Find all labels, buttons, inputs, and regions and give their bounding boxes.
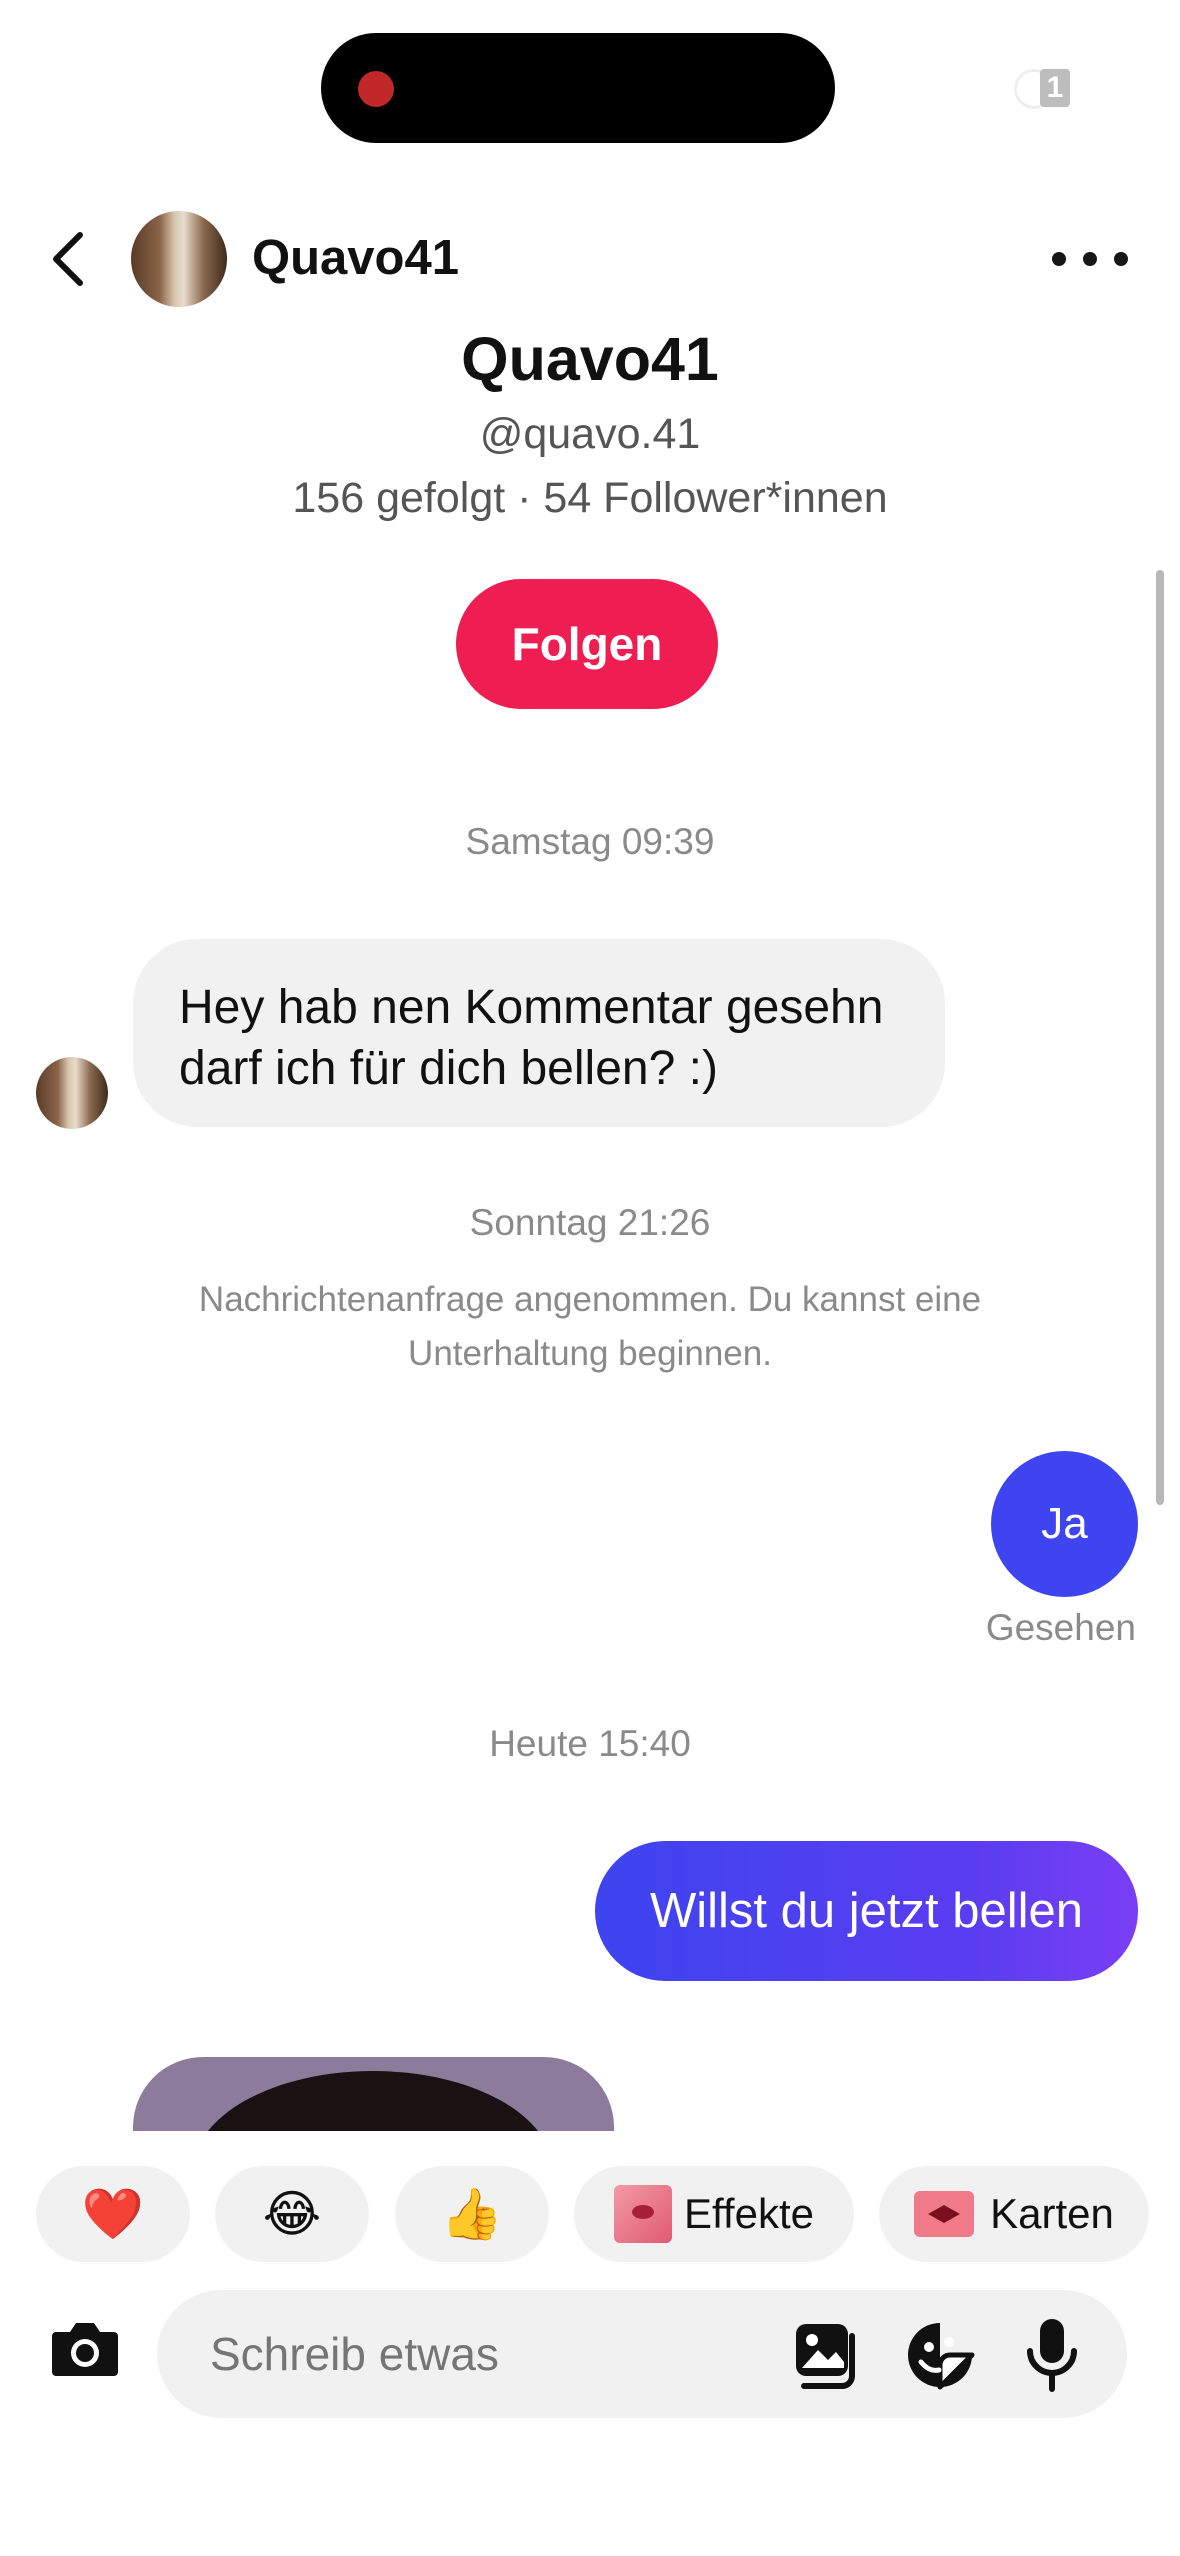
system-message-line-2: Unterhaltung beginnen.	[408, 1334, 772, 1373]
effects-thumbnail-icon	[614, 2185, 672, 2243]
sim-badge: 1	[1040, 69, 1070, 107]
microphone-button[interactable]	[1022, 2315, 1082, 2395]
seen-status: Gesehen	[985, 1607, 1136, 1648]
media-message-preview[interactable]	[133, 2057, 614, 2131]
camera-button[interactable]	[50, 2318, 120, 2380]
laughing-emoji-icon: 😂	[262, 2186, 322, 2242]
quick-reply-laugh[interactable]: 😂	[215, 2166, 369, 2262]
system-message-line-1: Nachrichtenanfrage angenommen. Du kannst…	[198, 1280, 982, 1319]
quick-reply-heart[interactable]: ❤️	[36, 2166, 190, 2262]
effects-button[interactable]: Effekte	[574, 2166, 854, 2262]
gallery-icon	[796, 2324, 855, 2389]
scrollbar[interactable]	[1156, 570, 1164, 1505]
more-button[interactable]	[1052, 236, 1128, 282]
timestamp-sunday: Sonntag 21:26	[469, 1202, 711, 1243]
microphone-icon	[1027, 2319, 1077, 2392]
follow-button[interactable]: Folgen	[456, 579, 718, 709]
timestamp-saturday: Samstag 09:39	[465, 821, 715, 862]
more-horizontal-icon	[1052, 252, 1066, 266]
gallery-button[interactable]	[792, 2320, 862, 2390]
sender-avatar[interactable]	[36, 1057, 108, 1129]
profile-stats: 156 gefolgt · 54 Follower*innen	[292, 474, 888, 522]
header-avatar[interactable]	[131, 211, 227, 307]
incoming-message-line-2: darf ich für dich bellen? :)	[179, 1042, 718, 1095]
chevron-left-icon	[53, 232, 83, 286]
cards-button[interactable]: Karten	[879, 2166, 1149, 2262]
sticker-button[interactable]	[905, 2320, 975, 2390]
system-message: Nachrichtenanfrage angenommen. Du kannst…	[150, 1273, 1030, 1381]
profile-display-name: Quavo41	[461, 325, 719, 393]
effects-label: Effekte	[684, 2190, 814, 2237]
message-input[interactable]	[210, 2322, 750, 2386]
cards-thumbnail-icon	[914, 2191, 975, 2237]
quick-reply-thumbs-up[interactable]: 👍	[395, 2166, 549, 2262]
sticker-icon	[908, 2323, 975, 2390]
incoming-message[interactable]: Hey hab nen Kommentar gesehn darf ich fü…	[133, 939, 945, 1127]
timestamp-today: Heute 15:40	[489, 1723, 691, 1764]
profile-handle: @quavo.41	[479, 410, 701, 458]
dynamic-island	[321, 33, 835, 143]
header-username[interactable]: Quavo41	[252, 226, 459, 290]
recording-indicator	[358, 71, 394, 107]
outgoing-message-ja[interactable]: Ja	[991, 1451, 1138, 1597]
camera-icon	[52, 2323, 118, 2376]
heart-icon: ❤️	[81, 2185, 145, 2242]
sim-icon: 1	[1014, 67, 1088, 109]
incoming-message-line-1: Hey hab nen Kommentar gesehn	[179, 981, 884, 1034]
cards-label: Karten	[990, 2190, 1114, 2237]
outgoing-message[interactable]: Willst du jetzt bellen	[595, 1841, 1138, 1981]
back-button[interactable]	[36, 223, 100, 295]
thumbs-up-icon: 👍	[440, 2185, 504, 2242]
